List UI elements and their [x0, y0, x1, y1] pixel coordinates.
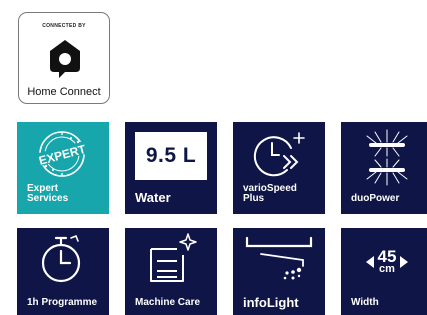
badge-name: Home Connect — [27, 86, 101, 98]
tile-1h-programme: 1h Programme — [17, 228, 109, 315]
tile-label: Water — [135, 190, 171, 205]
water-value: 9.5 L — [145, 144, 197, 167]
floor-light-icon — [245, 236, 313, 280]
badge-caption: CONNECTED BY — [42, 23, 86, 29]
tile-label: Machine Care — [135, 297, 201, 308]
water-value-box: 9.5 L — [135, 132, 207, 180]
tile-label: varioSpeed Plus — [243, 183, 297, 204]
home-connect-badge: CONNECTED BY Home Connect — [18, 12, 110, 104]
tile-expert-services: EXPERT Expert Services — [17, 122, 109, 214]
home-connect-logo-icon — [50, 40, 80, 78]
tile-label: duoPower — [351, 193, 400, 204]
seal-text: EXPERT — [37, 142, 88, 168]
tile-width: 45 cm Width — [341, 228, 427, 315]
spray-arms-icon — [366, 129, 408, 186]
tile-machine-care: Machine Care — [125, 228, 217, 315]
sparkling-machine-icon — [150, 233, 197, 282]
tile-infolight: infoLight — [233, 228, 325, 315]
width-indicator: 45 cm — [341, 248, 427, 275]
arrow-right-icon — [400, 255, 409, 268]
tile-water: 9.5 L Water — [125, 122, 217, 214]
tile-variospeed-plus: varioSpeed Plus — [233, 122, 325, 214]
stopwatch-icon — [41, 234, 81, 283]
tile-label: 1h Programme — [27, 297, 98, 308]
tile-label: Width — [351, 297, 379, 308]
tile-duopower: duoPower — [341, 122, 427, 214]
expert-seal-icon: EXPERT — [35, 131, 89, 177]
variospeed-clock-icon — [253, 132, 305, 177]
tile-label: Expert Services — [27, 183, 69, 204]
arrow-left-icon — [365, 255, 374, 268]
width-unit: cm — [379, 263, 395, 275]
tile-label: infoLight — [243, 295, 299, 310]
